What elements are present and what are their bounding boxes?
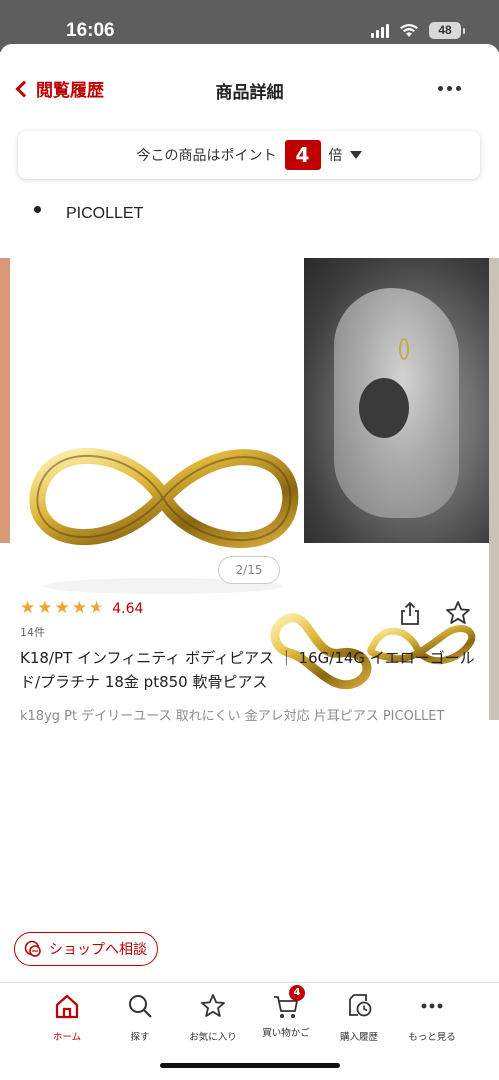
nav-purchase-history[interactable]: 購入履歴	[323, 991, 395, 1043]
product-title: K18/PT インフィニティ ボディピアス ｜ 16G/14G イエローゴールド…	[20, 649, 475, 691]
star-partial-icon: ★	[89, 598, 105, 618]
nav-home[interactable]: ホーム	[31, 991, 103, 1043]
cart-icon-wrap: 4	[271, 985, 305, 1021]
wifi-icon	[400, 24, 418, 37]
caret-down-icon	[349, 151, 362, 159]
cart-badge: 4	[289, 985, 305, 1001]
infinity-stud	[399, 338, 409, 360]
search-icon	[129, 995, 152, 1018]
home-indicator	[160, 1063, 340, 1068]
carousel-indicator: 2/15	[218, 556, 280, 584]
nav-cart[interactable]: 4 買い物かご	[250, 985, 322, 1039]
nav-label-search: 探す	[130, 1032, 150, 1043]
history-icon	[349, 994, 372, 1017]
rating-value: 4.64	[112, 600, 144, 617]
dot-icon	[438, 86, 443, 91]
star-full-icon: ★	[37, 598, 53, 618]
nav-label-more: もっと見る	[408, 1032, 456, 1043]
star-icon	[201, 994, 225, 1017]
shop-link[interactable]: PICOLLET	[20, 204, 143, 224]
share-icon[interactable]	[398, 600, 422, 626]
more-options-button[interactable]	[438, 86, 461, 91]
ear-model-photo	[304, 258, 489, 543]
chat-icon	[24, 940, 41, 957]
star-full-icon: ★	[20, 598, 36, 618]
status-time: 16:06	[66, 20, 115, 41]
nav-label-favorites: お気に入り	[189, 1032, 237, 1043]
nav-search[interactable]: 探す	[104, 991, 176, 1043]
ear-canal	[359, 378, 409, 438]
review-count[interactable]: 14件	[20, 624, 45, 640]
header: 閲覧履歴 商品詳細	[0, 66, 499, 110]
signal-icon	[371, 23, 389, 38]
product-catchcopy: k18yg Pt デイリーユース 取れにくい 金アレ対応 片耳ピアス PICOL…	[20, 709, 445, 724]
star-full-icon: ★	[71, 598, 87, 618]
shop-logo	[20, 204, 54, 224]
battery-indicator: 48	[429, 22, 465, 39]
more-icon	[421, 1003, 443, 1009]
page-title: 商品詳細	[215, 83, 284, 103]
bottom-nav: ホーム 探す お気に入り 4 買い物かご 購入履歴 もっと見る	[0, 982, 499, 1080]
nav-label-home: ホーム	[52, 1032, 82, 1043]
logo-dot	[34, 206, 41, 213]
nav-label-history: 購入履歴	[339, 1032, 378, 1043]
rating[interactable]: ★ ★ ★ ★ ★ 4.64	[20, 600, 143, 617]
home-icon	[55, 994, 79, 1019]
points-multiplier: 4	[284, 140, 321, 170]
shop-name: PICOLLET	[66, 205, 144, 222]
status-indicators: 48	[371, 22, 465, 39]
nav-favorites[interactable]: お気に入り	[177, 991, 249, 1043]
nav-more[interactable]: もっと見る	[396, 991, 468, 1043]
consult-label: ショップへ相談	[49, 942, 147, 958]
screen: 16:06 48 閲覧履歴 商品詳細 今この商品はポイント 4 倍 PICOLL…	[0, 0, 499, 1080]
points-suffix: 倍	[328, 148, 343, 164]
star-full-icon: ★	[54, 598, 70, 618]
dot-icon	[447, 86, 452, 91]
points-banner[interactable]: 今この商品はポイント 4 倍	[18, 131, 480, 179]
next-image-peek	[489, 258, 499, 720]
points-prefix: 今この商品はポイント	[136, 148, 277, 164]
dot-icon	[456, 86, 461, 91]
shop-consult-button[interactable]: ショップへ相談	[14, 932, 158, 966]
nav-label-cart: 買い物かご	[262, 1028, 310, 1039]
favorite-star-icon[interactable]	[445, 600, 471, 626]
product-sheet: 閲覧履歴 商品詳細 今この商品はポイント 4 倍 PICOLLET 2/15 ★…	[0, 44, 499, 1080]
previous-image-peek	[0, 258, 10, 543]
